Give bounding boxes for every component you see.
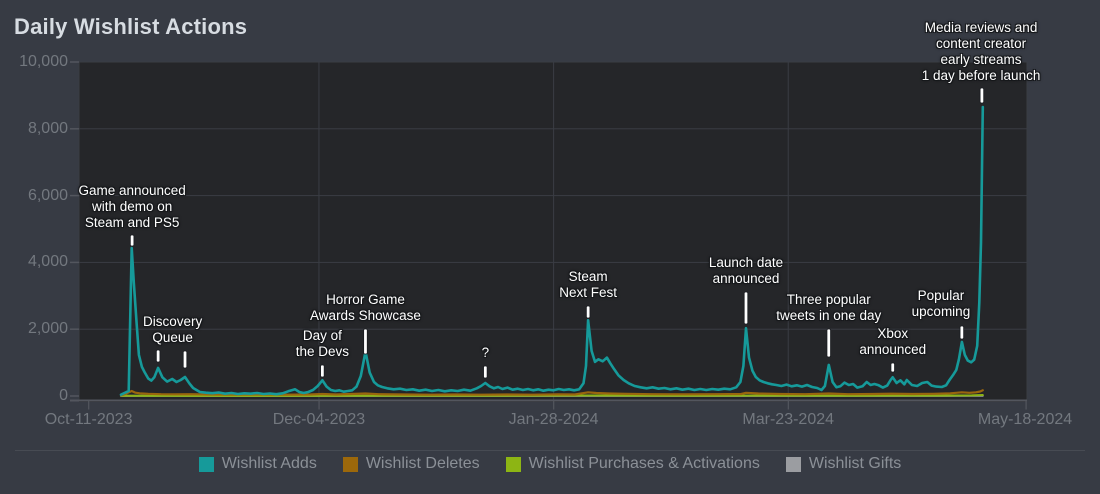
annotation-label: ? — [482, 345, 490, 361]
v-gridline — [1027, 62, 1028, 401]
legend-label: Wishlist Gifts — [809, 455, 901, 473]
legend-label: Wishlist Deletes — [366, 455, 480, 473]
legend-item-wishlist-adds[interactable]: Wishlist Adds — [199, 455, 317, 473]
annotation-marker — [586, 306, 590, 318]
x-axis-tick — [88, 402, 89, 410]
annotation-label: SteamNext Fest — [559, 269, 617, 301]
annotation-marker — [364, 329, 368, 354]
annotation-marker — [980, 88, 984, 103]
annotation-label: Horror GameAwards Showcase — [310, 292, 421, 324]
annotation-marker — [321, 365, 325, 377]
annotation-label: Launch dateannounced — [709, 255, 783, 287]
annotation-marker — [130, 235, 134, 246]
x-axis-line — [70, 400, 1027, 402]
annotation-label: Day ofthe Devs — [296, 328, 349, 360]
annotation-label: Three populartweets in one day — [776, 292, 881, 324]
y-axis-tick — [70, 328, 79, 330]
v-gridline — [79, 62, 80, 401]
y-axis-label: 4,000 — [0, 253, 68, 271]
y-axis-tick — [70, 61, 79, 63]
legend-item-wishlist-gifts[interactable]: Wishlist Gifts — [786, 455, 901, 473]
annotation-marker — [744, 292, 748, 324]
y-axis-tick — [70, 395, 79, 397]
x-axis-tick — [318, 402, 319, 410]
y-axis-label: 0 — [0, 387, 68, 405]
x-axis-tick — [788, 402, 789, 410]
x-axis-label: Oct-11-2023 — [29, 410, 149, 430]
annotation-marker — [960, 326, 964, 339]
x-axis-label: Mar-23-2024 — [728, 410, 848, 430]
annotation-marker — [156, 350, 160, 362]
y-axis-label: 8,000 — [0, 120, 68, 138]
annotation-marker — [183, 351, 187, 368]
x-axis-label: Jan-28-2024 — [494, 410, 614, 430]
chart-legend: Wishlist Adds Wishlist Deletes Wishlist Pu… — [0, 455, 1100, 473]
legend-swatch — [343, 457, 358, 472]
x-axis-label: Dec-04-2023 — [259, 410, 379, 430]
legend-label: Wishlist Purchases & Activations — [529, 455, 760, 473]
legend-item-wishlist-purchases-activations[interactable]: Wishlist Purchases & Activations — [506, 455, 760, 473]
x-axis-tick — [553, 402, 554, 410]
annotation-label: Xboxannounced — [859, 326, 926, 358]
y-axis-tick — [70, 128, 79, 130]
legend-swatch — [199, 457, 214, 472]
legend-swatch — [786, 457, 801, 472]
h-gridline — [79, 262, 1027, 263]
legend-divider — [15, 450, 1085, 451]
y-axis-label: 10,000 — [0, 53, 68, 71]
y-axis-label: 2,000 — [0, 320, 68, 338]
x-axis-tick — [1026, 402, 1027, 410]
v-gridline — [788, 62, 789, 401]
y-axis-label: 6,000 — [0, 187, 68, 205]
annotation-marker — [891, 363, 895, 372]
v-gridline — [553, 62, 554, 401]
annotation-marker — [827, 329, 831, 357]
legend-item-wishlist-deletes[interactable]: Wishlist Deletes — [343, 455, 480, 473]
annotation-label: DiscoveryQueue — [143, 314, 202, 346]
annotation-label: Media reviews andcontent creatorearly st… — [922, 20, 1041, 84]
h-gridline — [79, 62, 1027, 63]
daily-wishlist-actions-panel: Daily Wishlist Actions 02,0004,0006,0008… — [0, 0, 1100, 494]
annotation-label: Popularupcoming — [912, 288, 971, 320]
y-axis-tick — [70, 262, 79, 264]
legend-label: Wishlist Adds — [222, 455, 317, 473]
annotation-marker — [484, 366, 488, 378]
legend-swatch — [506, 457, 521, 472]
annotation-label: Game announcedwith demo onSteam and PS5 — [78, 183, 185, 231]
h-gridline — [79, 195, 1027, 196]
x-axis-label: May-18-2024 — [965, 410, 1085, 430]
h-gridline — [79, 128, 1027, 129]
